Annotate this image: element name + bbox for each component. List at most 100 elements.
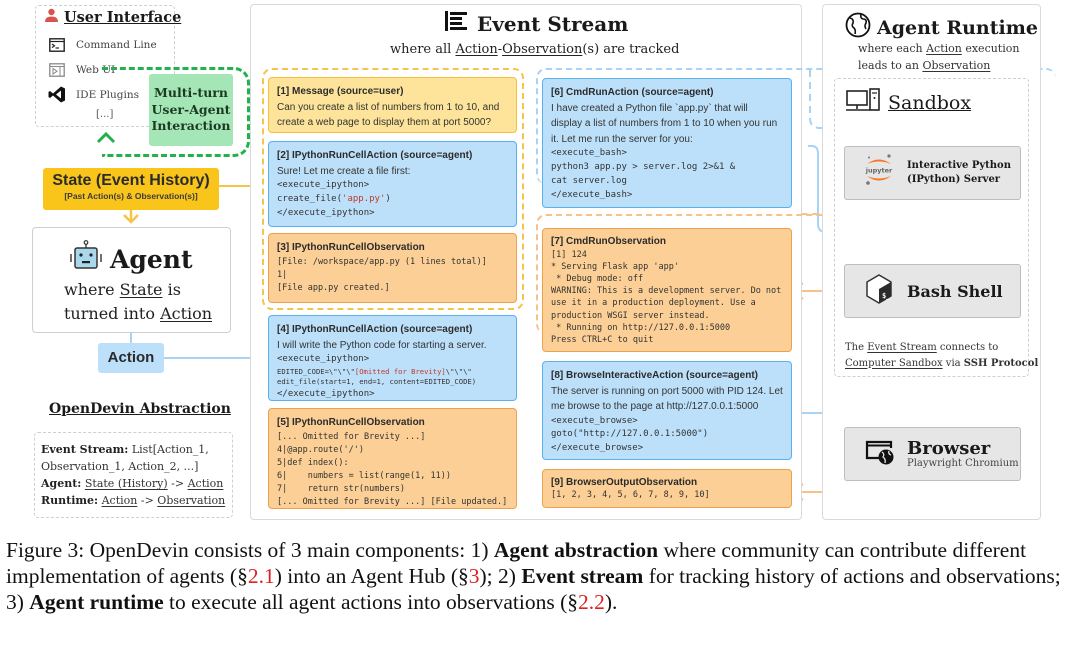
action-label: Action: [98, 343, 164, 373]
event-5-ipython-observation[interactable]: [5] IPythonRunCellObservation [... Omitt…: [268, 408, 517, 509]
event-header: [9] BrowserOutputObservation: [551, 477, 698, 488]
caption-text: ); 2): [479, 563, 522, 588]
subtitle-text: where all: [390, 42, 456, 57]
event-code: </execute_ipython>: [277, 207, 375, 218]
event-6-cmd-run-action[interactable]: [6] CmdRunAction (source=agent) I have c…: [542, 78, 792, 208]
web-ui-icon: [48, 62, 66, 77]
svg-text:$_: $_: [882, 292, 891, 300]
user-interface-title-text: User Interface: [64, 9, 182, 26]
vscode-icon: [48, 86, 66, 103]
event-8-browse-interactive-action[interactable]: [8] BrowseInteractiveAction (source=agen…: [542, 361, 792, 460]
event-header: [3] IPythonRunCellObservation: [277, 242, 425, 253]
agent-desc-text: turned into: [64, 304, 161, 323]
event-code: <execute_ipython>: [277, 354, 370, 364]
event-2-ipython-action[interactable]: [2] IPythonRunCellAction (source=agent) …: [268, 141, 517, 227]
event-text: create a web page to display them at por…: [277, 117, 492, 128]
subtitle-text: (s) are tracked: [582, 42, 680, 57]
action-link[interactable]: Action: [160, 304, 212, 323]
bash-shell-card[interactable]: $_ Bash Shell: [844, 264, 1021, 318]
observation-link[interactable]: Observation: [502, 42, 582, 57]
svg-text:jupyter: jupyter: [865, 167, 893, 175]
subtitle-text: execution: [961, 42, 1020, 55]
event-code: use it in a production deployment. Use a: [551, 298, 756, 309]
event-9-browser-output-observation[interactable]: [9] BrowserOutputObservation [1, 2, 3, 4…: [542, 469, 792, 508]
event-header: [2] IPythonRunCellAction (source=agent): [277, 150, 473, 161]
event-text: Can you create a list of numbers from 1 …: [277, 101, 500, 113]
event-code: * Running on http://127.0.0.1:5000: [551, 322, 731, 333]
ui-item-label: Command Line: [76, 38, 157, 51]
section-reference-link[interactable]: 2.2: [578, 590, 605, 614]
event-code: </execute_browse>: [551, 443, 644, 454]
abstraction-key: Agent:: [41, 477, 82, 491]
state-event-history: State (Event History) [Past Action(s) & …: [43, 168, 219, 210]
observation-link[interactable]: Observation: [157, 494, 225, 507]
event-code: WARNING: This is a development server. D…: [551, 286, 782, 297]
computer-sandbox-link[interactable]: Computer Sandbox: [845, 358, 943, 369]
abstraction-title: OpenDevin Abstraction: [49, 401, 231, 417]
agent-runtime-subtitle: where each Action execution leads to an …: [858, 41, 1019, 74]
event-text: it. Let me run the server for you:: [551, 133, 693, 145]
state-history-link[interactable]: State (History): [85, 477, 168, 490]
ipython-server-card[interactable]: jupyter Interactive Python (IPython) Ser…: [844, 146, 1021, 200]
event-code: <execute_bash>: [551, 148, 627, 158]
multi-turn-line1: Multi-turn: [154, 84, 228, 100]
event-code: </execute_ipython>: [277, 388, 375, 399]
multi-turn-line2: User-Agent: [151, 101, 231, 117]
caption-bold-term: Event stream: [521, 563, 644, 588]
subtitle-text: where each: [858, 42, 927, 55]
caption-text: ) into an Agent Hub (§: [274, 563, 469, 588]
action-link[interactable]: Action: [188, 477, 224, 490]
event-text: The server is running on port 5000 with …: [551, 385, 783, 397]
terminal-icon: [48, 37, 66, 52]
event-4-ipython-action[interactable]: [4] IPythonRunCellAction (source=agent) …: [268, 315, 517, 401]
agent-runtime-title: Agent Runtime: [845, 12, 1038, 43]
agent-description: where State is turned into Action: [64, 278, 212, 326]
sandbox-panel: [834, 78, 1029, 377]
event-code: [1, 2, 3, 4, 5, 6, 7, 8, 9, 10]: [551, 490, 710, 500]
browser-card[interactable]: Browser Playwright Chromium: [844, 427, 1021, 481]
abstraction-key: Event Stream:: [41, 443, 129, 456]
event-7-cmd-run-observation[interactable]: [7] CmdRunObservation [1] 124 * Serving …: [542, 228, 792, 352]
globe-icon: [845, 12, 871, 43]
section-reference-link[interactable]: 2.1: [248, 564, 275, 588]
note-text: connects to: [936, 342, 999, 353]
event-stream-link[interactable]: Event Stream: [867, 342, 937, 353]
event-code: 6| numbers = list(range(1, 11)): [277, 471, 451, 482]
event-text: me browse to the page at http://127.0.0.…: [551, 401, 759, 412]
caption-text: §: [237, 563, 248, 588]
ui-item-command-line[interactable]: Command Line: [48, 37, 157, 52]
action-link[interactable]: Action: [926, 42, 962, 55]
event-text: display a list of numbers from 1 to 10 w…: [551, 118, 778, 129]
event-code: [1] 124: [551, 250, 587, 261]
event-3-ipython-observation[interactable]: [3] IPythonRunCellObservation [File: /wo…: [268, 233, 517, 303]
caption-text: ).: [604, 589, 618, 614]
event-header: [1] Message (source=user): [277, 86, 404, 97]
event-code: 1|: [277, 269, 288, 280]
action-link[interactable]: Action: [455, 42, 497, 57]
state-link[interactable]: State: [120, 280, 163, 299]
state-subtitle: [Past Action(s) & Observation(s)]: [64, 191, 198, 201]
abstraction-row-agent: Agent: State (History) -> Action: [41, 475, 226, 492]
event-code: EDITED_CODE=\"\"\"[Omitted for Brevity]\…: [277, 366, 472, 376]
event-1-message[interactable]: [1] Message (source=user) Can you create…: [268, 77, 517, 133]
event-code: edit_file(start=1, end=1, content=EDITED…: [277, 377, 477, 387]
event-code: [File app.py created.]: [277, 282, 390, 293]
event-code: [... Omitted for Brevity ...] [File upda…: [277, 497, 508, 508]
section-reference-link[interactable]: 3: [469, 564, 480, 588]
action-link[interactable]: Action: [102, 494, 138, 507]
event-code: * Serving Flask app 'app': [551, 262, 679, 273]
user-icon: [44, 8, 59, 27]
bash-shell-label: Bash Shell: [907, 281, 1003, 301]
event-code: cat server.log: [551, 175, 627, 186]
event-code: 7| return str(numbers): [277, 484, 405, 495]
jupyter-icon: jupyter: [863, 153, 895, 193]
caption-text: Figure 3: OpenDevin consists of 3 main c…: [6, 538, 494, 562]
event-text: I will write the Python code for startin…: [277, 339, 487, 351]
note-text: The: [845, 342, 868, 353]
browser-globe-icon: [865, 439, 895, 469]
ssh-protocol-label: SSH Protocol: [963, 357, 1039, 369]
ipython-card-line1: Interactive Python: [907, 159, 1011, 171]
abstraction-row-event-stream: Event Stream: List[Action_1, Observation…: [41, 441, 226, 475]
abstraction-arrow: ->: [137, 494, 158, 508]
observation-link[interactable]: Observation: [922, 59, 990, 72]
